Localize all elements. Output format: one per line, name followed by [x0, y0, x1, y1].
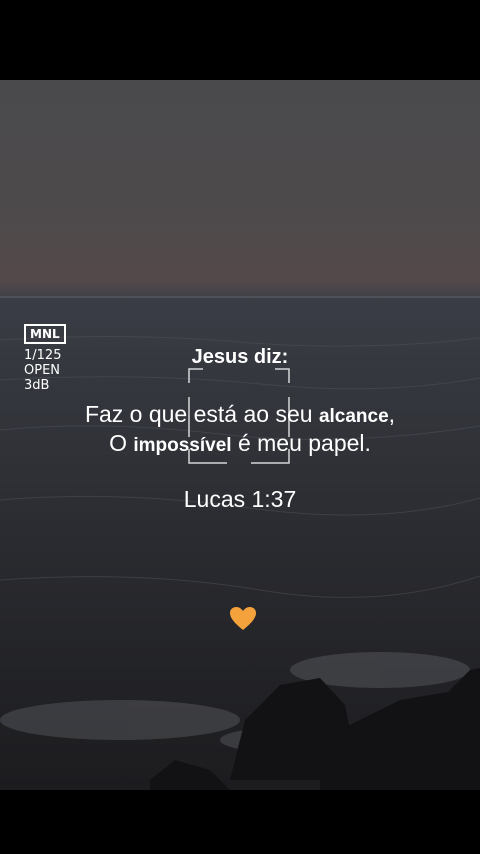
quote-line-1: Faz o que está ao seu alcance, — [0, 401, 480, 428]
gain-value: 3dB — [24, 378, 50, 393]
orange-heart-icon — [229, 606, 257, 632]
quote-title: Jesus diz: — [191, 346, 289, 368]
quote-line-2-start: O — [109, 430, 134, 456]
quote-line-2-end: é meu papel. — [231, 430, 371, 456]
quote-emphasis-alcance: alcance — [318, 406, 389, 427]
quote-line-2: O impossível é meu papel. — [0, 430, 480, 457]
quote-line-1-end: , — [388, 401, 396, 427]
quote-line-1-start: Faz o que está ao seu — [84, 401, 319, 427]
quote-emphasis-impossivel: impossível — [133, 435, 232, 456]
camera-mode-badge: MNL — [24, 324, 66, 344]
horizon-line — [0, 296, 480, 298]
bible-reference: Lucas 1:37 — [183, 486, 297, 512]
